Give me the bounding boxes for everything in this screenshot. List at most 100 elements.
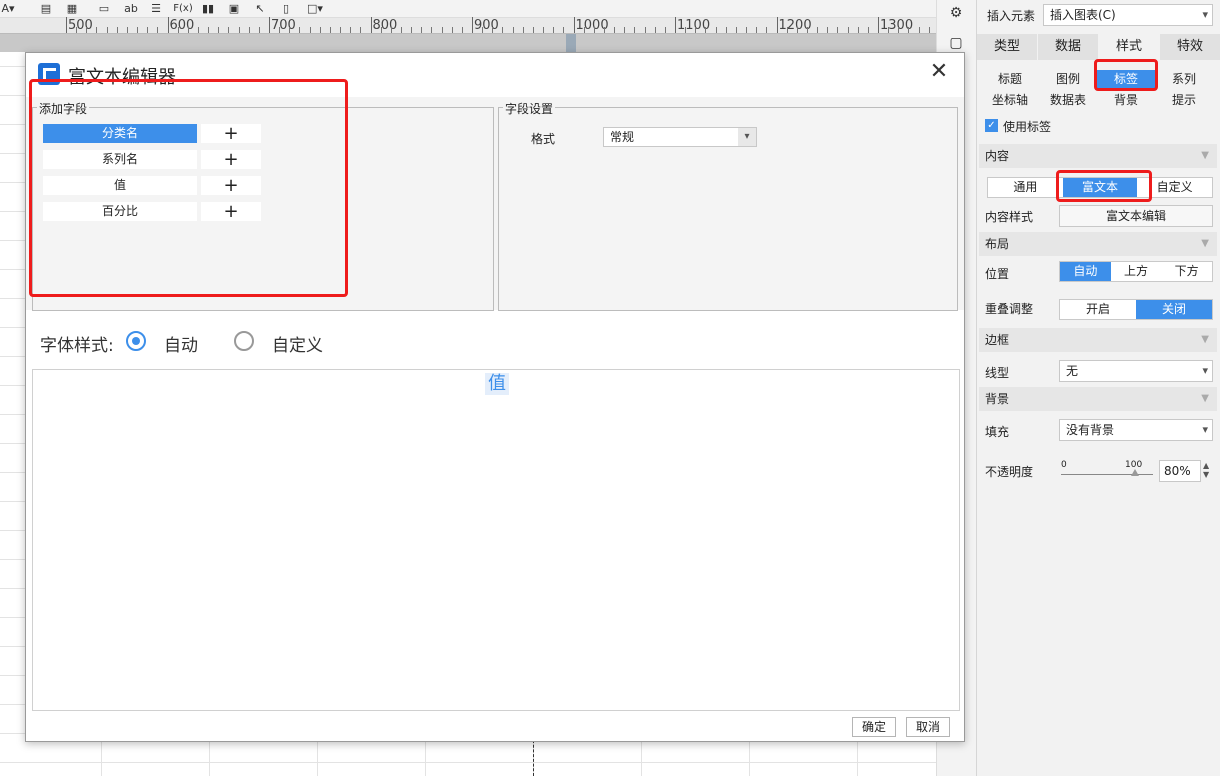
format-select[interactable]: 常规 ▾ <box>603 127 757 147</box>
subtab-title[interactable]: 标题 <box>981 70 1039 88</box>
section-background[interactable]: 背景 ▼ <box>979 387 1217 411</box>
font-color-icon[interactable]: A▾ <box>0 1 16 16</box>
ruler-minor-tick <box>746 27 748 33</box>
field-category-name[interactable]: 分类名 <box>43 124 197 143</box>
dialog-settings-area: 添加字段 分类名 + 系列名 + 值 + 百分比 + 字段设置 格式 常规 ▾ <box>26 97 964 311</box>
ruler-major-tick <box>66 17 67 33</box>
subtab-background[interactable]: 背景 <box>1097 91 1155 109</box>
chevron-down-icon: ▾ <box>738 128 756 146</box>
subtab-axis[interactable]: 坐标轴 <box>981 91 1039 109</box>
ruler-minor-tick <box>725 27 727 33</box>
ruler-minor-tick <box>451 27 453 33</box>
align-icon[interactable]: ☰ <box>148 1 164 16</box>
ruler-minor-tick <box>898 27 900 33</box>
ruler-minor-tick <box>695 27 697 33</box>
border-icon[interactable]: □▾ <box>304 1 326 16</box>
field-value[interactable]: 值 <box>43 176 197 195</box>
content-custom-option[interactable]: 自定义 <box>1137 178 1212 197</box>
spinner-arrows-icon[interactable]: ▲ ▼ <box>1203 461 1209 479</box>
richtext-editor-area[interactable]: 值 <box>32 369 960 711</box>
content-richtext-option[interactable]: 富文本 <box>1062 178 1138 197</box>
ruler-minor-tick <box>563 27 565 33</box>
formula-icon[interactable]: F(x) <box>172 1 194 16</box>
ruler-minor-tick <box>441 27 443 33</box>
section-content[interactable]: 内容 ▼ <box>979 144 1217 168</box>
opacity-slider-track[interactable] <box>1061 469 1153 476</box>
ruler-minor-tick <box>96 27 98 33</box>
ruler-minor-tick <box>553 27 555 33</box>
richtext-edit-button[interactable]: 富文本编辑 <box>1059 205 1213 227</box>
subtab-datasheet[interactable]: 数据表 <box>1039 91 1097 109</box>
tab-effect[interactable]: 特效 <box>1160 34 1220 60</box>
position-auto-option[interactable]: 自动 <box>1060 262 1111 281</box>
cancel-button[interactable]: 取消 <box>906 717 950 737</box>
ruler-minor-tick <box>421 27 423 33</box>
field-icon[interactable]: ▭ <box>96 1 112 16</box>
add-value-button[interactable]: + <box>201 176 261 195</box>
opacity-input[interactable]: 80% <box>1159 460 1201 482</box>
line-type-label: 线型 <box>985 366 1010 380</box>
editor-value-token[interactable]: 值 <box>485 373 509 395</box>
font-style-auto-radio[interactable] <box>126 331 146 351</box>
subtab-series[interactable]: 系列 <box>1155 70 1213 88</box>
field-row: 百分比 + <box>43 202 261 221</box>
add-field-group: 添加字段 分类名 + 系列名 + 值 + 百分比 + <box>32 100 494 311</box>
field-percent[interactable]: 百分比 <box>43 202 197 221</box>
overlap-off-option[interactable]: 关闭 <box>1136 300 1212 319</box>
field-series-name[interactable]: 系列名 <box>43 150 197 169</box>
font-style-auto-label[interactable]: 自动 <box>164 331 198 356</box>
brush-icon[interactable]: ↖ <box>252 1 268 16</box>
image-icon[interactable]: ▣ <box>226 1 242 16</box>
subtab-tooltip[interactable]: 提示 <box>1155 91 1213 109</box>
chart-icon[interactable]: ▮▮ <box>200 1 216 16</box>
fill-select[interactable]: 没有背景 ▾ <box>1059 419 1213 441</box>
ruler-minor-tick <box>157 27 159 33</box>
add-category-button[interactable]: + <box>201 124 261 143</box>
ruler-minor-tick <box>644 27 646 33</box>
ruler-minor-tick <box>299 27 301 33</box>
ruler-minor-tick <box>715 27 717 33</box>
section-border[interactable]: 边框 ▼ <box>979 328 1217 352</box>
ruler-minor-tick <box>319 27 321 33</box>
ruler-minor-tick <box>735 27 737 33</box>
ruler-minor-tick <box>492 27 494 33</box>
text-ab-icon[interactable]: ab <box>122 1 140 16</box>
ruler-minor-tick <box>654 27 656 33</box>
content-general-option[interactable]: 通用 <box>988 178 1063 197</box>
section-layout[interactable]: 布局 ▼ <box>979 232 1217 256</box>
tab-data[interactable]: 数据 <box>1038 34 1099 60</box>
tab-style[interactable]: 样式 <box>1099 34 1160 60</box>
ruler-marker[interactable] <box>566 34 576 52</box>
ok-button[interactable]: 确定 <box>852 717 896 737</box>
field-settings-group: 字段设置 格式 常规 ▾ <box>498 100 958 311</box>
line-type-select[interactable]: 无 ▾ <box>1059 360 1213 382</box>
use-label-checkbox[interactable]: ✓ <box>985 119 998 132</box>
subtab-label[interactable]: 标签 <box>1097 70 1155 88</box>
overlap-on-option[interactable]: 开启 <box>1060 300 1136 319</box>
section-background-label: 背景 <box>985 392 1010 406</box>
grid-icon[interactable]: ▦ <box>64 1 80 16</box>
ruler-minor-tick <box>147 27 149 33</box>
font-style-custom-radio[interactable] <box>234 331 254 351</box>
font-style-custom-label[interactable]: 自定义 <box>272 331 323 356</box>
panel-tabs: 类型 数据 样式 特效 <box>977 34 1220 60</box>
widget-settings-icon[interactable]: ⚙ <box>947 4 965 22</box>
frame-icon[interactable]: ▢ <box>947 34 965 52</box>
insert-element-select[interactable]: 插入图表(C) ▾ <box>1043 4 1213 26</box>
close-icon[interactable]: ✕ <box>928 61 950 83</box>
table-icon[interactable]: ▤ <box>38 1 54 16</box>
opacity-slider-thumb[interactable] <box>1130 469 1139 476</box>
position-top-option[interactable]: 上方 <box>1111 262 1162 281</box>
ruler-major-tick <box>573 17 575 33</box>
ruler-minor-tick <box>796 27 798 33</box>
position-bottom-option[interactable]: 下方 <box>1161 262 1212 281</box>
field-row: 分类名 + <box>43 124 261 143</box>
ruler-major-tick <box>370 17 372 33</box>
add-series-button[interactable]: + <box>201 150 261 169</box>
copy-icon[interactable]: ▯ <box>278 1 294 16</box>
opacity-min-label: 0 <box>1061 460 1067 470</box>
tab-type[interactable]: 类型 <box>977 34 1038 60</box>
ruler-minor-tick <box>624 27 626 33</box>
add-percent-button[interactable]: + <box>201 202 261 221</box>
subtab-legend[interactable]: 图例 <box>1039 70 1097 88</box>
